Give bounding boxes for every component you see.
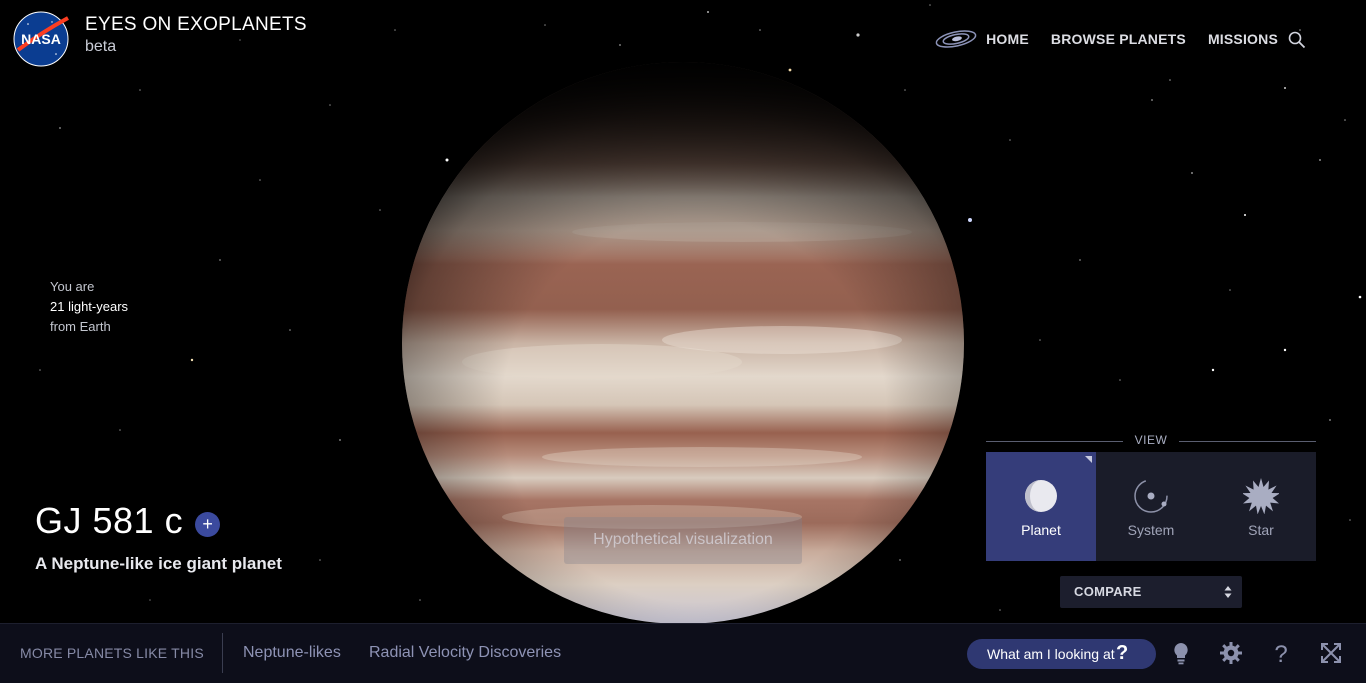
what-am-i-looking-at-button[interactable]: What am I looking at ?	[967, 639, 1156, 669]
help-icon[interactable]: ?	[1269, 641, 1293, 665]
lightbulb-icon[interactable]	[1169, 641, 1193, 665]
view-planet-button[interactable]: Planet	[986, 452, 1096, 561]
nasa-logo[interactable]: NASA	[12, 10, 70, 68]
planet-icon	[1025, 480, 1057, 512]
app-title[interactable]: EYES ON EXOPLANETS	[85, 14, 307, 36]
view-star-label: Star	[1248, 522, 1274, 538]
view-header: VIEW	[986, 432, 1316, 450]
view-planet-label: Planet	[1021, 522, 1061, 538]
question-mark-icon: ?	[1116, 642, 1129, 664]
help-icon-glyph: ?	[1274, 641, 1287, 665]
hypothetical-visualization-label: Hypothetical visualization	[564, 517, 802, 564]
view-system-label: System	[1127, 522, 1175, 538]
planet-description: A Neptune-like ice giant planet	[35, 554, 282, 573]
planet-info-button[interactable]: +	[195, 511, 221, 537]
search-icon[interactable]	[1288, 31, 1306, 49]
distance-suffix: from Earth	[50, 319, 111, 334]
active-corner-indicator	[1085, 456, 1092, 463]
fullscreen-icon[interactable]	[1319, 641, 1343, 665]
nav-home[interactable]: HOME	[986, 31, 1029, 47]
view-system-button[interactable]: System	[1096, 452, 1206, 561]
planet-name: GJ 581 c	[35, 500, 184, 541]
select-arrows-icon	[1224, 586, 1232, 598]
bottom-divider	[222, 633, 223, 673]
nav-missions[interactable]: MISSIONS	[1208, 31, 1278, 47]
distance-value: 21 light-years	[50, 299, 129, 314]
more-planets-label: MORE PLANETS LIKE THIS	[20, 645, 204, 661]
view-label: VIEW	[1134, 433, 1168, 447]
link-radial-velocity[interactable]: Radial Velocity Discoveries	[369, 644, 561, 662]
system-icon	[1134, 479, 1168, 513]
distance-readout: You are 21 light-years from Earth	[50, 277, 128, 337]
top-header: NASA EYES ON EXOPLANETS beta HOME BROWSE…	[0, 0, 1366, 80]
app-subtitle: beta	[85, 38, 117, 55]
nasa-logo-text: NASA	[21, 31, 61, 47]
view-selector: Planet System Star	[986, 452, 1316, 561]
nav-browse-planets[interactable]: BROWSE PLANETS	[1051, 31, 1186, 47]
main-nav: HOME BROWSE PLANETS MISSIONS	[934, 28, 1278, 50]
compare-label: COMPARE	[1074, 584, 1142, 599]
gear-icon[interactable]	[1219, 641, 1243, 665]
what-button-label: What am I looking at	[987, 646, 1115, 662]
distance-prefix: You are	[50, 279, 95, 294]
compare-select[interactable]: COMPARE	[1060, 576, 1242, 608]
star-icon	[1243, 478, 1279, 514]
planet-title: GJ 581 c +	[35, 500, 221, 542]
link-neptune-likes[interactable]: Neptune-likes	[243, 644, 341, 662]
view-star-button[interactable]: Star	[1206, 452, 1316, 561]
bottom-bar: MORE PLANETS LIKE THIS Neptune-likes Rad…	[0, 623, 1366, 683]
galaxy-icon[interactable]	[934, 28, 978, 50]
